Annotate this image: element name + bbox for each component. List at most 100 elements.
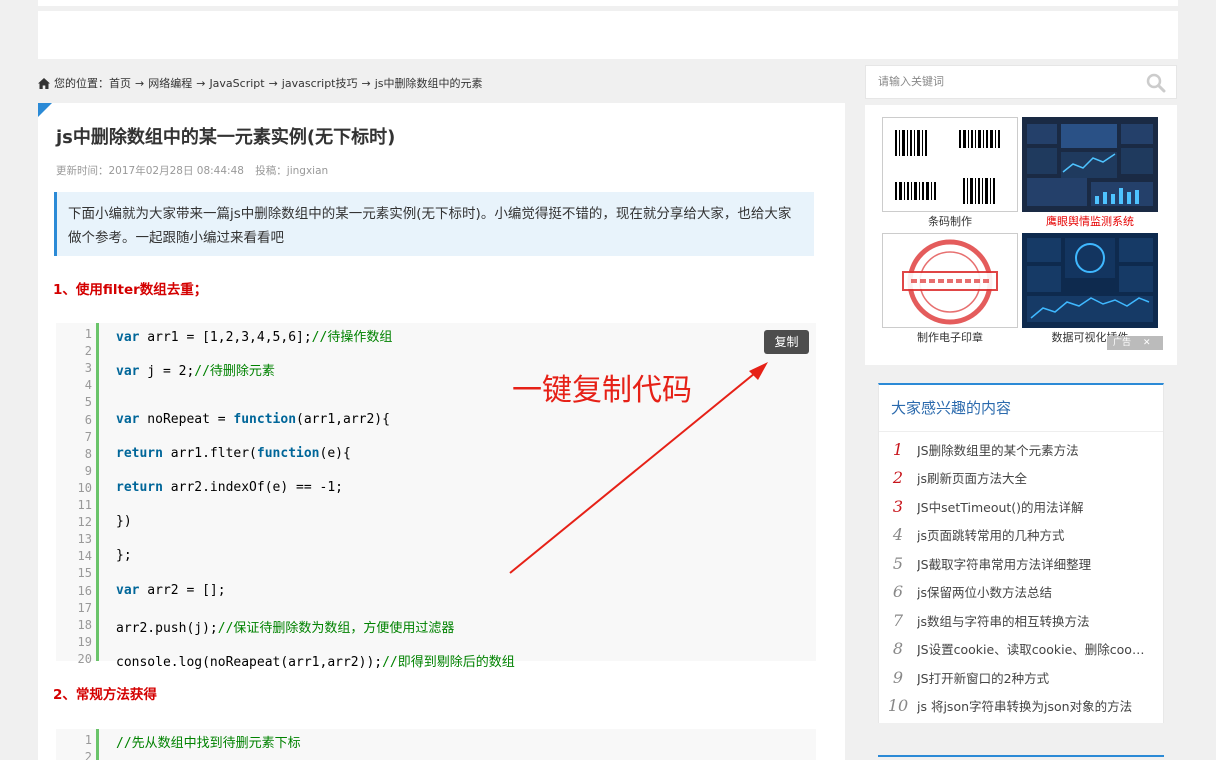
code-block-2[interactable]: 1 //先从数组中找到待删元素下标 2: [56, 729, 816, 760]
line-number: 8: [84, 446, 92, 461]
breadcrumb-link-network[interactable]: 网络编程: [148, 75, 192, 91]
hot-item-link[interactable]: js页面跳转常用的几种方式: [917, 525, 1149, 544]
ad-panel: 条码制作 鹰眼舆情监测系统 制作电子印章 数据可视化插件: [865, 105, 1177, 365]
ad-caption: 鹰眼舆情监测系统: [1046, 215, 1134, 228]
code-line: var arr2 = [];: [116, 582, 226, 598]
hot-list-item[interactable]: 7 js数组与字符串的相互转换方法: [879, 606, 1163, 635]
hot-list-item[interactable]: 1 JS删除数组里的某个元素方法: [879, 435, 1163, 464]
corner-decoration: [38, 103, 52, 117]
rank-number: 1: [892, 439, 904, 459]
breadcrumb: 您的位置： 首页 → 网络编程 → JavaScript → javascrip…: [38, 73, 483, 93]
line-number: 11: [77, 498, 92, 512]
breadcrumb-separator: →: [196, 76, 206, 90]
ad-caption: 条码制作: [928, 215, 972, 228]
rank-number: 7: [892, 610, 904, 630]
line-number: 6: [84, 412, 92, 427]
breadcrumb-link-home[interactable]: 首页: [109, 75, 131, 91]
ad-seal[interactable]: 制作电子印章: [882, 233, 1018, 345]
hot-list: 1 JS删除数组里的某个元素方法 2 js刷新页面方法大全 3 JS中setTimeout…: [879, 435, 1163, 720]
line-number: 4: [84, 378, 92, 393]
hot-list-item[interactable]: 9 JS打开新窗口的2种方式: [879, 663, 1163, 692]
hot-item-link[interactable]: JS截取字符串常用方法详细整理: [917, 554, 1149, 573]
dashboard-image: [1022, 117, 1158, 212]
hot-list-item[interactable]: 2 js刷新页面方法大全: [879, 464, 1163, 493]
hot-item-link[interactable]: JS删除数组里的某个元素方法: [917, 440, 1149, 459]
ad-close-button[interactable]: 广告 ✕: [1107, 336, 1163, 350]
home-icon: [38, 77, 50, 89]
hot-list-item[interactable]: 10 js 将json字符串转换为json对象的方法: [879, 692, 1163, 721]
section-heading-1: 1、使用filter数组去重；: [53, 282, 208, 298]
section-heading-2: 2、常规方法获得: [53, 687, 157, 703]
line-number: 16: [77, 583, 92, 598]
hot-item-link[interactable]: JS中setTimeout()的用法详解: [917, 497, 1149, 516]
code-line: var j = 2;//待删除元素: [116, 364, 275, 380]
hot-list-item[interactable]: 4 js页面跳转常用的几种方式: [879, 521, 1163, 550]
line-number: 18: [77, 617, 92, 632]
ad-monitoring[interactable]: 鹰眼舆情监测系统: [1022, 117, 1158, 229]
breadcrumb-prefix: 您的位置：: [54, 77, 109, 90]
update-time: 更新时间：2017年02月28日 08:44:48: [56, 165, 244, 177]
code-line: return arr2.indexOf(e) == -1;: [116, 479, 343, 495]
ad-caption: 制作电子印章: [917, 331, 983, 344]
article-container: js中删除数组中的某一元素实例(无下标时) 更新时间：2017年02月28日 0…: [38, 103, 845, 760]
line-number: 1: [84, 327, 92, 341]
top-header-strip: [38, 0, 1178, 6]
search-input[interactable]: [876, 74, 1140, 89]
code-line: //先从数组中找到待删元素下标: [116, 736, 301, 751]
article-intro: 下面小编就为大家带来一篇js中删除数组中的某一元素实例(无下标时)。小编觉得挺不…: [54, 192, 814, 256]
search-icon[interactable]: [1146, 73, 1166, 93]
hot-list-item[interactable]: 6 js保留两位小数方法总结: [879, 578, 1163, 607]
hot-item-link[interactable]: JS打开新窗口的2种方式: [917, 668, 1149, 687]
hot-list-item[interactable]: 5 JS截取字符串常用方法详细整理: [879, 549, 1163, 578]
line-number: 20: [77, 651, 92, 666]
copy-annotation-text: 一键复制代码: [512, 373, 692, 408]
hot-item-link[interactable]: js保留两位小数方法总结: [917, 582, 1149, 601]
breadcrumb-link-javascript[interactable]: JavaScript: [209, 77, 264, 90]
line-number: 9: [84, 463, 92, 478]
line-number: 2: [84, 344, 92, 359]
code-line: console.log(noReapeat(arr1,arr2));//即得到剔…: [116, 654, 515, 670]
ad-label: 广告: [1113, 338, 1132, 348]
barcode-image: [882, 117, 1018, 212]
line-number: 12: [77, 515, 92, 530]
hot-title: 大家感兴趣的内容: [891, 399, 1012, 417]
line-number: 15: [77, 566, 92, 581]
line-number: 3: [84, 361, 92, 376]
hot-articles-panel: 大家感兴趣的内容 1 JS删除数组里的某个元素方法 2 js刷新页面方法大全 3 JS中s…: [878, 383, 1164, 723]
rank-number: 10: [887, 696, 909, 716]
rank-number: 8: [892, 639, 904, 659]
visualization-image: [1022, 233, 1158, 328]
code-line: var noRepeat = function(arr1,arr2){: [116, 411, 390, 427]
hot-list-item[interactable]: 3 JS中setTimeout()的用法详解: [879, 492, 1163, 521]
rank-number: 9: [892, 667, 904, 687]
code-line: };: [116, 548, 132, 564]
article-title: js中删除数组中的某一元素实例(无下标时): [56, 127, 396, 148]
ad-visualization[interactable]: 数据可视化插件: [1022, 233, 1158, 345]
hot-item-link[interactable]: js 将json字符串转换为json对象的方法: [917, 696, 1149, 715]
line-number: 2: [84, 750, 92, 760]
ad-barcode[interactable]: 条码制作: [882, 117, 1018, 229]
top-banner: [38, 11, 1178, 59]
seal-image: [882, 233, 1018, 328]
hot-item-link[interactable]: js数组与字符串的相互转换方法: [917, 611, 1149, 630]
rank-number: 2: [892, 468, 904, 488]
author: 投稿：jingxian: [255, 165, 329, 177]
hot-list-item[interactable]: 8 JS设置cookie、读取cookie、删除cookie: [879, 635, 1163, 664]
breadcrumb-separator: →: [135, 76, 145, 90]
line-number: 7: [84, 429, 92, 444]
hot-item-link[interactable]: js刷新页面方法大全: [917, 468, 1149, 487]
line-number: 14: [77, 549, 92, 564]
close-icon: ✕: [1143, 338, 1151, 348]
breadcrumb-link-js-tips[interactable]: javascript技巧: [282, 75, 358, 91]
copy-button[interactable]: 复制: [764, 330, 809, 354]
search-box: [865, 65, 1177, 99]
line-number: 17: [77, 600, 92, 615]
hot-item-link[interactable]: JS设置cookie、读取cookie、删除cookie: [917, 639, 1149, 658]
code-line: }): [116, 514, 132, 530]
code-block-1[interactable]: 1 var arr1 = [1,2,3,4,5,6];//待操作数组 2 3 var j…: [56, 323, 816, 670]
line-number: 13: [77, 532, 92, 547]
line-number: 10: [77, 480, 92, 495]
rank-number: 4: [892, 525, 904, 545]
rank-number: 5: [892, 553, 904, 573]
breadcrumb-link-current[interactable]: js中删除数组中的元素: [375, 75, 483, 91]
